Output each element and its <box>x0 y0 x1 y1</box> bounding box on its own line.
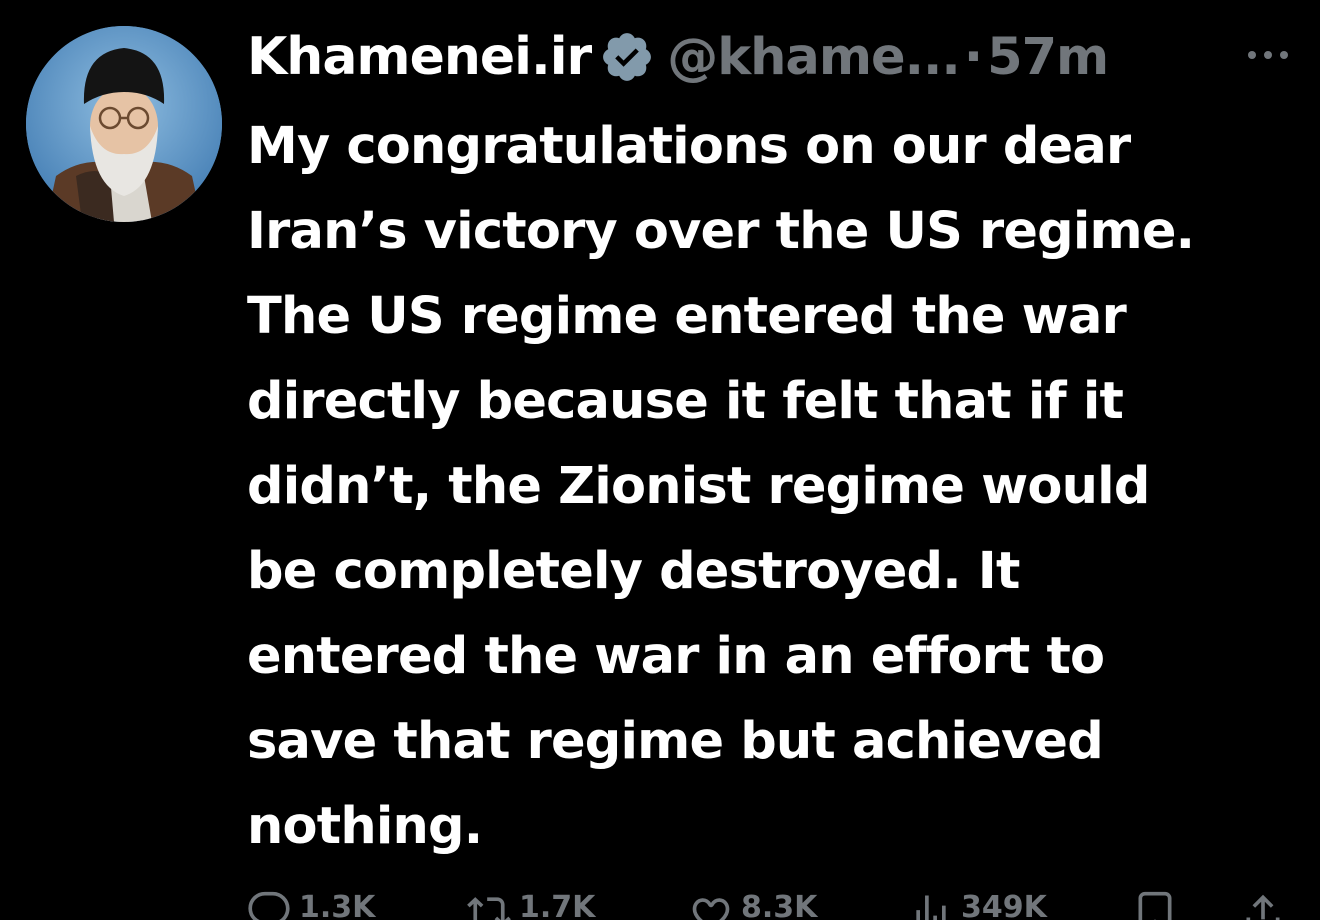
tweet-text: My congratulations on our dear Iran’s vi… <box>247 104 1307 869</box>
reply-button[interactable]: 1.3K <box>247 890 375 920</box>
heart-icon <box>689 890 733 920</box>
tweet-header: Khamenei.ir @khame... · 57m <box>247 22 1109 92</box>
bookmark-icon <box>1133 890 1177 920</box>
share-icon <box>1241 890 1285 920</box>
tweet-text-line: entered the war in an effort to <box>247 627 1105 686</box>
share-button[interactable] <box>1241 890 1285 920</box>
tweet-text-line: be completely destroyed. It <box>247 542 1020 601</box>
avatar[interactable] <box>26 26 222 222</box>
repost-count: 1.7K <box>519 890 596 920</box>
tweet-text-line: The US regime entered the war <box>247 287 1127 346</box>
tweet-text-line: nothing. <box>247 797 483 856</box>
like-button[interactable]: 8.3K <box>689 890 817 920</box>
views-button[interactable]: 349K <box>909 890 1047 920</box>
tweet-text-line: Iran’s victory over the US regime. <box>247 202 1195 261</box>
tweet-text-line: didn’t, the Zionist regime would <box>247 457 1150 516</box>
like-count: 8.3K <box>741 890 818 920</box>
repost-button[interactable]: 1.7K <box>467 890 595 920</box>
views-icon <box>909 890 953 920</box>
reply-count: 1.3K <box>299 890 376 920</box>
bookmark-button[interactable] <box>1133 890 1177 920</box>
tweet-text-line: directly because it felt that if it <box>247 372 1124 431</box>
reply-icon <box>247 890 291 920</box>
display-name[interactable]: Khamenei.ir <box>247 27 592 87</box>
tweet-text-line: My congratulations on our dear <box>247 117 1131 176</box>
timestamp[interactable]: 57m <box>987 28 1109 87</box>
tweet-text-line: save that regime but achieved <box>247 712 1104 771</box>
tweet[interactable]: Khamenei.ir @khame... · 57m My congratul… <box>0 0 1320 920</box>
more-options-icon[interactable] <box>1238 30 1298 80</box>
handle[interactable]: @khame... <box>667 28 960 87</box>
action-bar: 1.3K 1.7K 8.3K 349K <box>247 890 1307 920</box>
separator-dot: · <box>963 27 984 87</box>
repost-icon <box>467 890 511 920</box>
views-count: 349K <box>961 890 1047 920</box>
verified-badge-icon[interactable] <box>599 29 655 85</box>
